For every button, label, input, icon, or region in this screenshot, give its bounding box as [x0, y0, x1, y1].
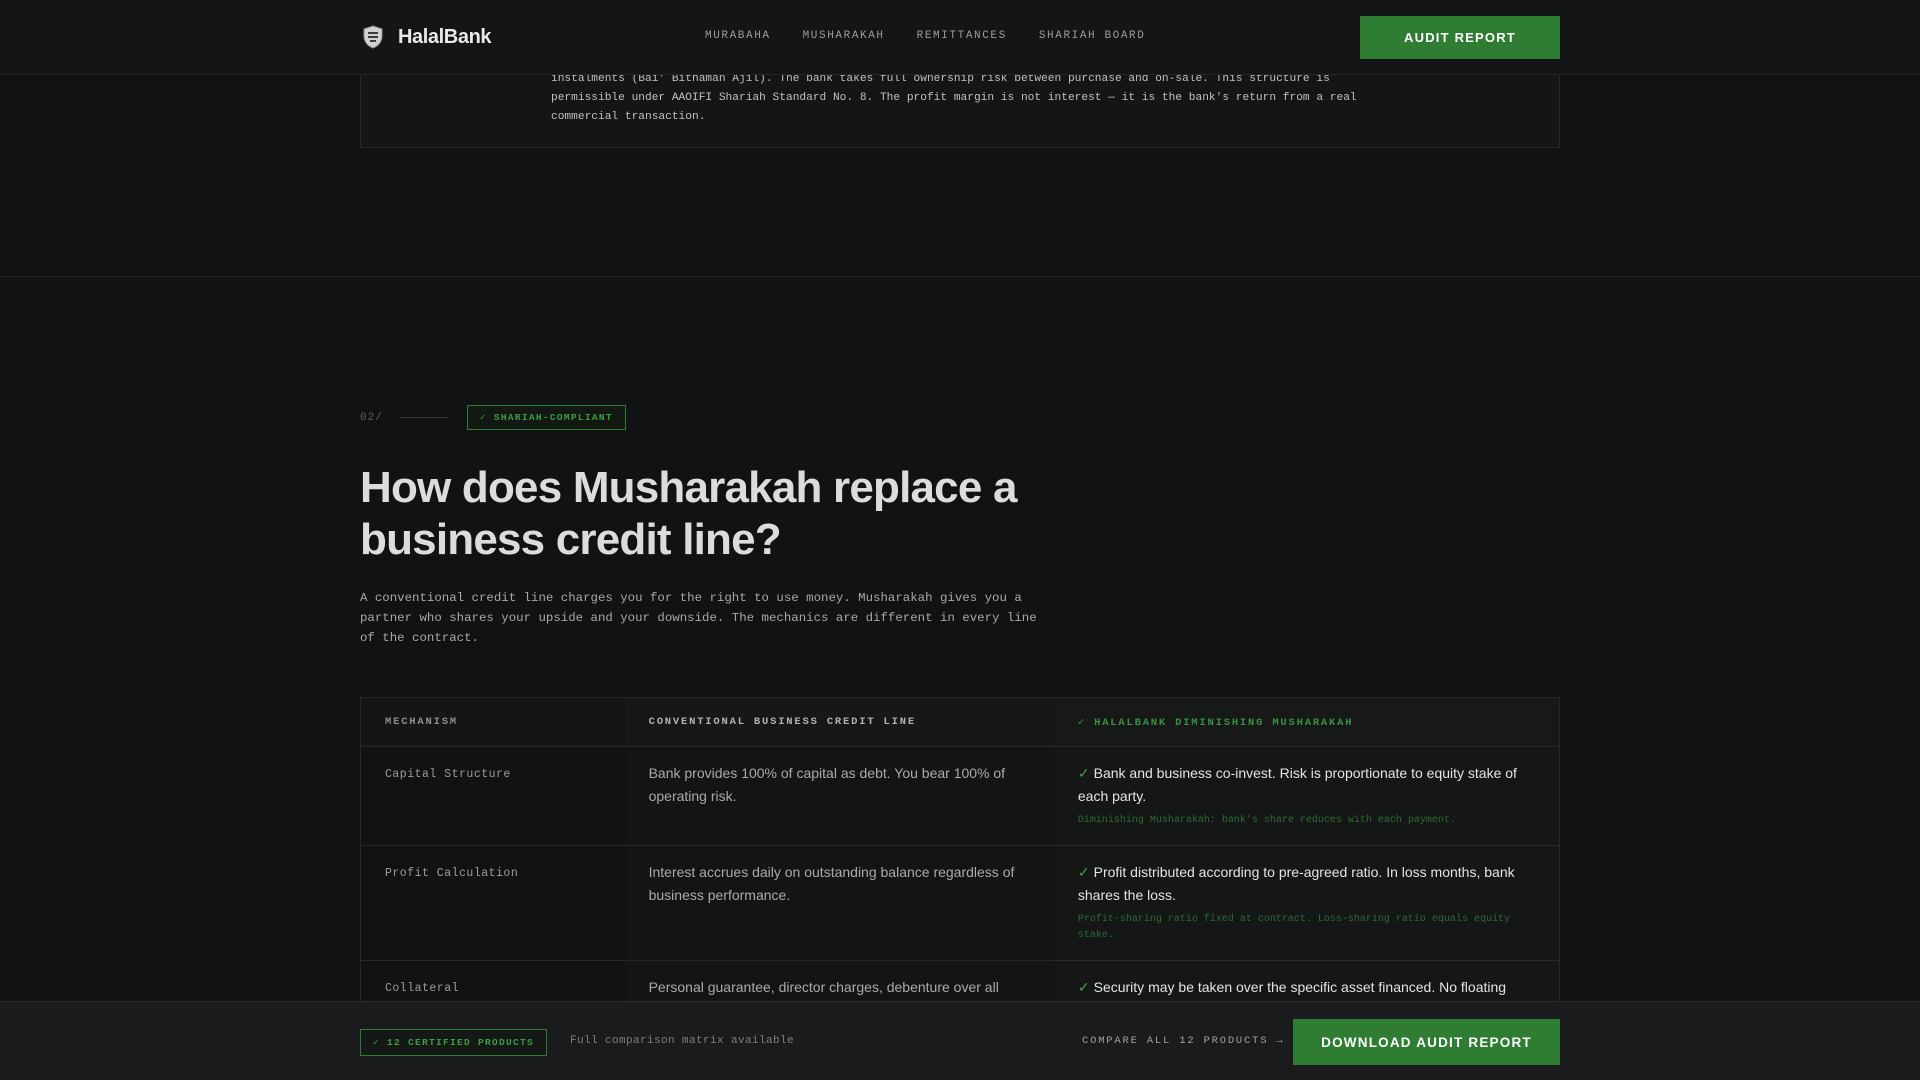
check-icon: ✓ [1077, 765, 1090, 781]
comparison-table: MECHANISM CONVENTIONAL BUSINESS CREDIT L… [360, 697, 1560, 1022]
audit-report-button[interactable]: AUDIT REPORT [1360, 16, 1560, 59]
halalbank-cell: ✓ Profit distributed according to pre-agr… [1053, 846, 1559, 960]
mechanism-label: Capital Structure [385, 768, 511, 781]
nav-link-remittances[interactable]: REMITTANCES [917, 30, 1007, 42]
nav-link-shariah-board[interactable]: SHARIAH BOARD [1039, 30, 1146, 42]
comparison-note: Full comparison matrix available [570, 1035, 795, 1047]
eyebrow-rule [400, 417, 449, 418]
main-nav: MURABAHA MUSHARAKAH REMITTANCES SHARIAH … [705, 30, 1145, 42]
check-icon: ✓ [1077, 979, 1090, 995]
halalbank-text: Bank and business co-invest. Risk is pro… [1077, 765, 1517, 804]
nav-link-musharakah[interactable]: MUSHARAKAH [803, 30, 885, 42]
halalbank-text: Security may be taken over the specific … [1093, 979, 1507, 995]
section-number: 02/ [360, 411, 383, 424]
table-header-row: MECHANISM CONVENTIONAL BUSINESS CREDIT L… [361, 698, 1559, 747]
brand-name: HalalBank [398, 25, 492, 48]
download-audit-report-button[interactable]: DOWNLOAD AUDIT REPORT [1293, 1019, 1560, 1065]
conventional-cell: Interest accrues daily on outstanding ba… [624, 846, 1054, 960]
section-eyebrow: 02/ ✓ SHARIAH-COMPLIANT [360, 405, 626, 430]
top-navbar: HalalBank MURABAHA MUSHARAKAH REMITTANCE… [0, 0, 1920, 75]
nav-link-murabaha[interactable]: MURABAHA [705, 30, 771, 42]
halalbank-text: Profit distributed according to pre-agre… [1077, 864, 1515, 903]
certified-products-badge: ✓ 12 CERTIFIED PRODUCTS [360, 1029, 548, 1056]
table-row: Profit Calculation Interest accrues dail… [361, 846, 1559, 961]
check-icon: ✓ [1077, 864, 1090, 880]
shield-crest-icon [360, 24, 386, 50]
section-lead: A conventional credit line charges you f… [360, 591, 1037, 645]
previous-card-description: instalments (Bai' Bithaman Ajil). The ba… [551, 73, 1357, 123]
halalbank-note: Diminishing Musharakah: bank's share red… [1077, 815, 1456, 826]
conventional-cell: Bank provides 100% of capital as debt. Y… [624, 747, 1054, 845]
column-header-halalbank: ✓ HALALBANK DIMINISHING MUSHARAKAH [1053, 698, 1559, 746]
sticky-bottom-bar: ✓ 12 CERTIFIED PRODUCTS Full comparison … [0, 1001, 1920, 1080]
halalbank-cell: ✓ Bank and business co-invest. Risk is pr… [1053, 747, 1559, 845]
shariah-compliant-badge: ✓ SHARIAH-COMPLIANT [466, 405, 626, 430]
section-divider [0, 276, 1920, 277]
mechanism-label: Profit Calculation [385, 867, 519, 880]
compare-products-link[interactable]: COMPARE ALL 12 PRODUCTS → [1082, 1035, 1285, 1047]
table-row: Capital Structure Bank provides 100% of … [361, 747, 1559, 846]
column-header-mechanism: MECHANISM [361, 698, 625, 746]
section-title: How does Musharakah replace a business c… [360, 463, 1017, 564]
brand-logo[interactable]: HalalBank [360, 24, 492, 50]
column-header-conventional: CONVENTIONAL BUSINESS CREDIT LINE [624, 698, 1054, 746]
halalbank-note: Profit-sharing ratio fixed at contract. … [1077, 914, 1510, 941]
